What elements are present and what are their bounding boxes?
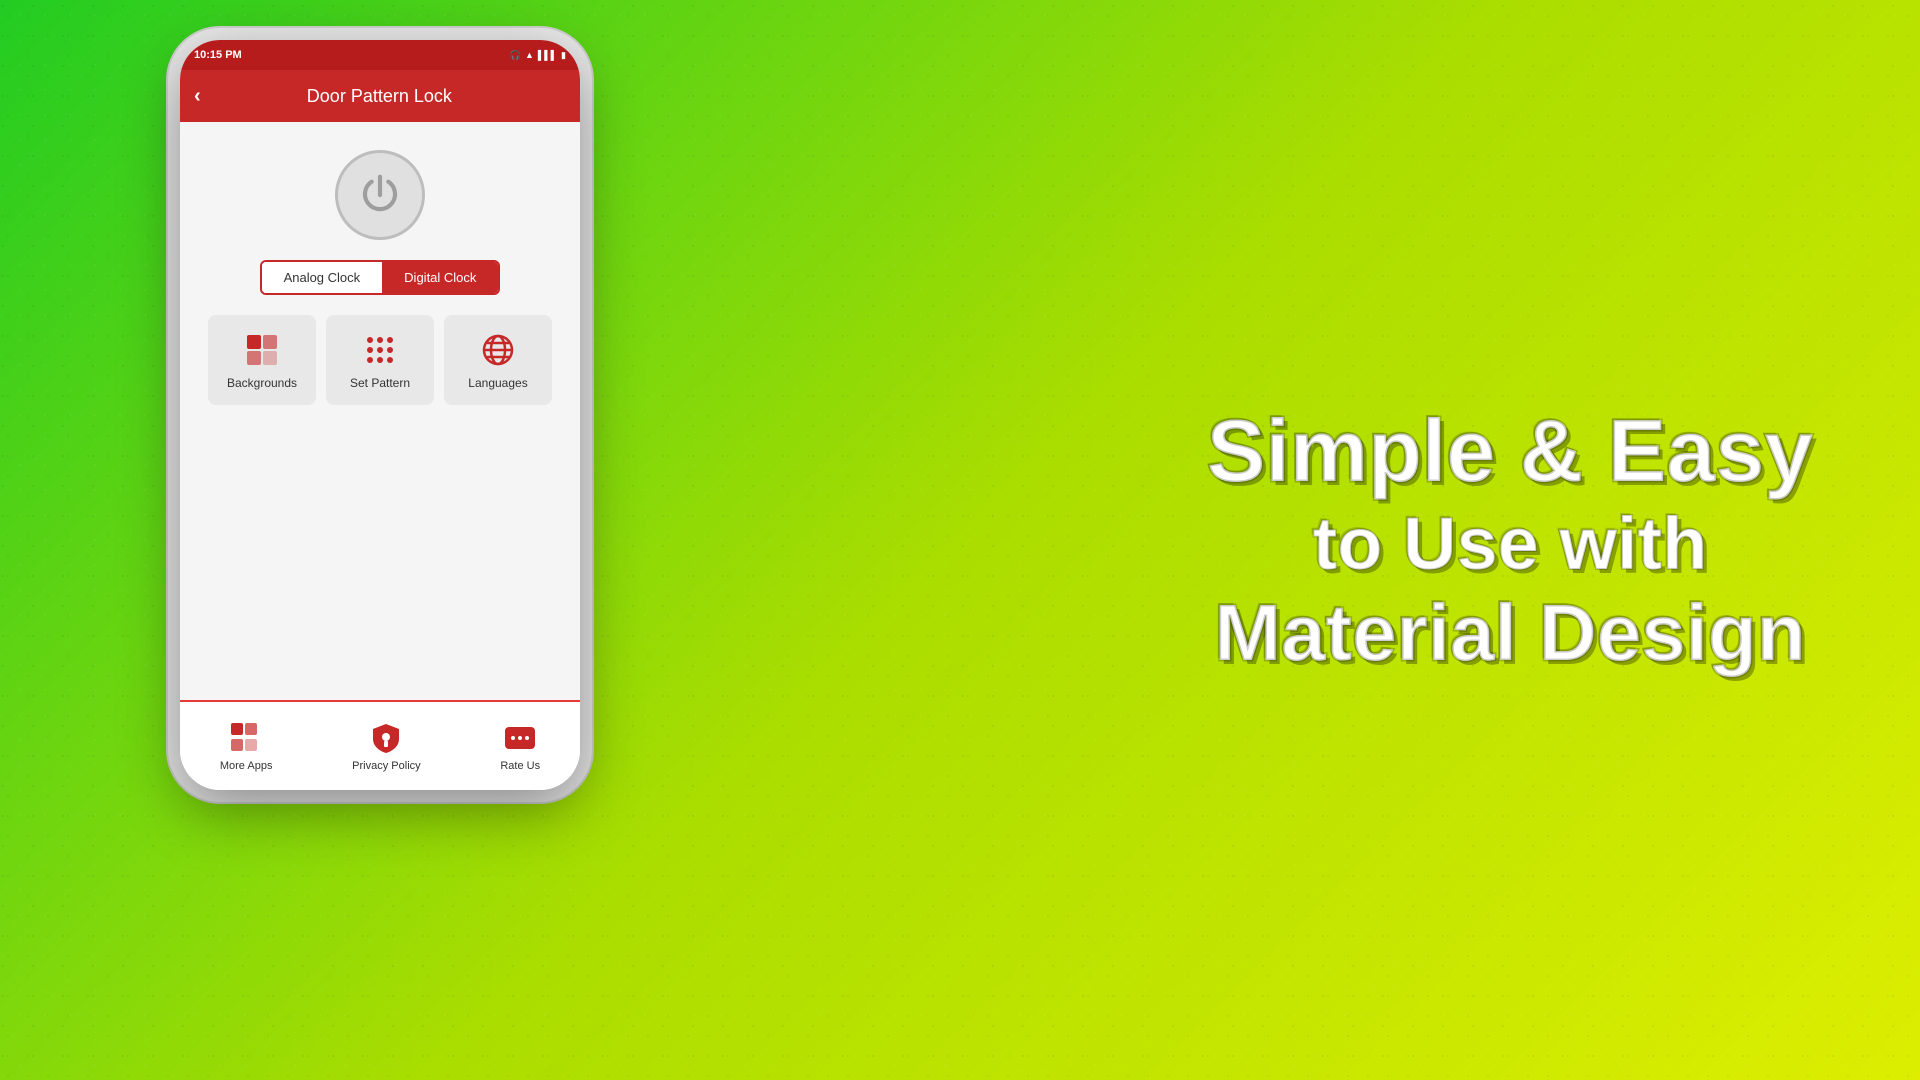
backgrounds-menu-item[interactable]: Backgrounds bbox=[208, 315, 316, 405]
tagline-line2: to Use with bbox=[1180, 500, 1840, 589]
pattern-icon bbox=[360, 330, 400, 370]
menu-grid: Backgrounds bbox=[208, 315, 552, 405]
content-area: Analog Clock Digital Clock bbox=[180, 122, 580, 715]
status-bar: 10:15 PM 🎧 ▲ ▌▌▌ ▮ bbox=[180, 40, 580, 70]
battery-icon: ▮ bbox=[561, 50, 566, 61]
app-title: Door Pattern Lock bbox=[213, 86, 546, 107]
status-time: 10:15 PM bbox=[194, 49, 242, 61]
set-pattern-menu-item[interactable]: Set Pattern bbox=[326, 315, 434, 405]
headphone-icon: 🎧 bbox=[510, 50, 521, 61]
backgrounds-icon bbox=[242, 330, 282, 370]
power-icon bbox=[355, 170, 405, 220]
wifi-icon: ▲ bbox=[525, 50, 534, 60]
languages-icon bbox=[478, 330, 518, 370]
more-apps-icon bbox=[228, 720, 264, 756]
back-button[interactable]: ‹ bbox=[194, 85, 201, 108]
phone-wrap: 10:15 PM 🎧 ▲ ▌▌▌ ▮ ‹ Door Pattern Lock bbox=[120, 20, 680, 1060]
power-button[interactable] bbox=[335, 150, 425, 240]
analog-clock-button[interactable]: Analog Clock bbox=[262, 262, 383, 293]
languages-label: Languages bbox=[468, 376, 527, 390]
languages-menu-item[interactable]: Languages bbox=[444, 315, 552, 405]
rate-us-label: Rate Us bbox=[500, 760, 540, 772]
privacy-policy-nav-item[interactable]: Privacy Policy bbox=[352, 720, 420, 772]
status-icons: 🎧 ▲ ▌▌▌ ▮ bbox=[510, 50, 566, 61]
digital-clock-button[interactable]: Digital Clock bbox=[382, 262, 498, 293]
tagline-line1: Simple & Easy bbox=[1180, 403, 1840, 500]
tagline-block: Simple & Easy to Use with Material Desig… bbox=[1180, 403, 1840, 677]
clock-toggle[interactable]: Analog Clock Digital Clock bbox=[260, 260, 501, 295]
privacy-icon bbox=[368, 720, 404, 756]
signal-icon: ▌▌▌ bbox=[538, 50, 557, 60]
scene: Simple & Easy to Use with Material Desig… bbox=[0, 0, 1920, 1080]
more-apps-label: More Apps bbox=[220, 760, 273, 772]
privacy-label: Privacy Policy bbox=[352, 760, 420, 772]
set-pattern-label: Set Pattern bbox=[350, 376, 410, 390]
rate-us-nav-item[interactable]: Rate Us bbox=[500, 720, 540, 772]
tagline-line3: Material Design bbox=[1180, 589, 1840, 677]
rate-icon bbox=[502, 720, 538, 756]
backgrounds-label: Backgrounds bbox=[227, 376, 297, 390]
bottom-nav: More Apps Privacy Policy bbox=[180, 700, 580, 790]
more-apps-nav-item[interactable]: More Apps bbox=[220, 720, 273, 772]
phone-device: 10:15 PM 🎧 ▲ ▌▌▌ ▮ ‹ Door Pattern Lock bbox=[180, 40, 580, 790]
app-bar: ‹ Door Pattern Lock bbox=[180, 70, 580, 122]
